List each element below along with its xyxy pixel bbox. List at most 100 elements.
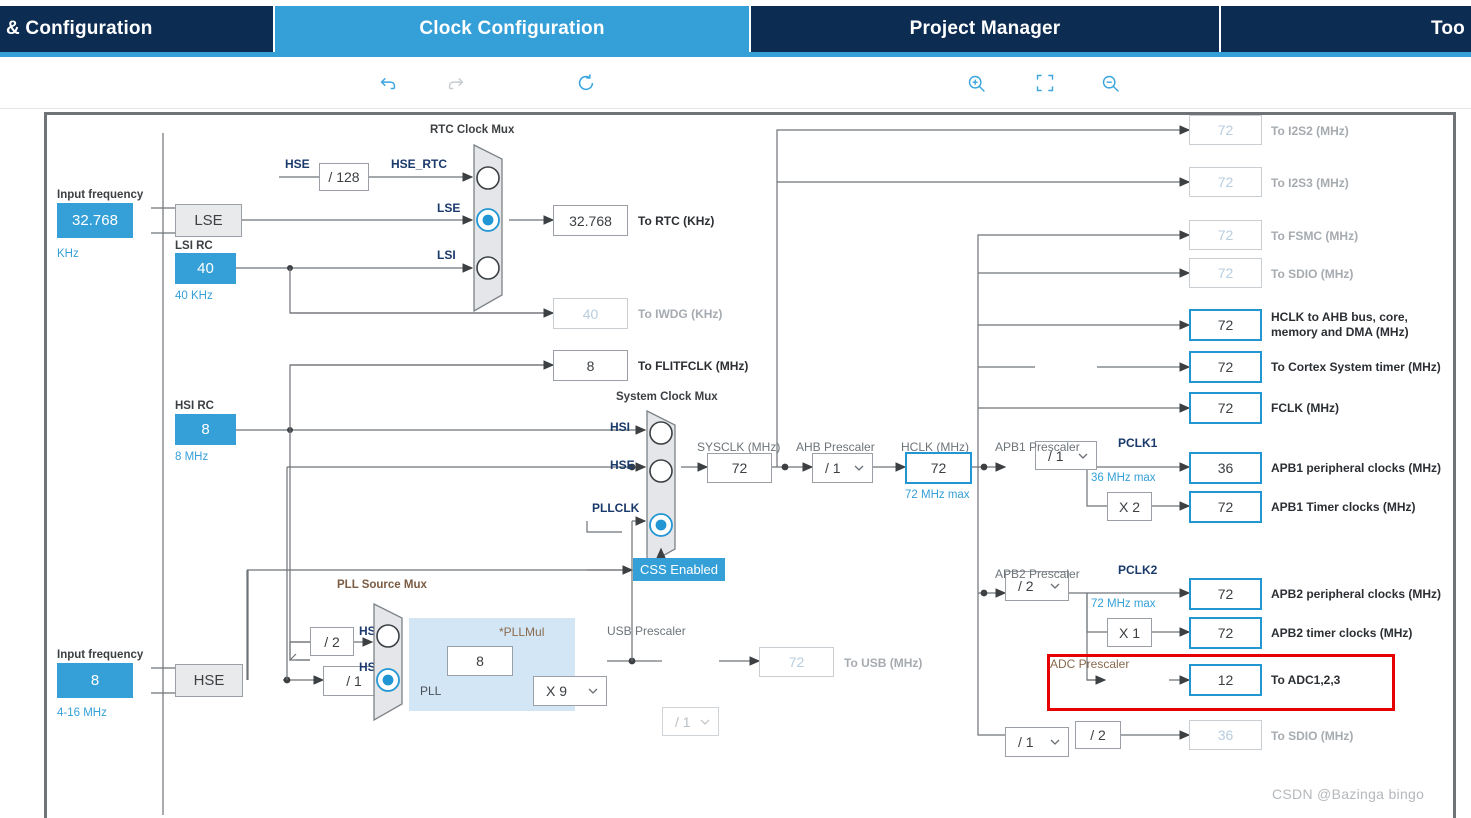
ahb-prescaler-select[interactable]: / 1 [812, 453, 873, 483]
hclk-max-label: 72 MHz max [905, 489, 970, 501]
pclk2-label: PCLK2 [1118, 563, 1158, 577]
adc-highlight-rectangle [1047, 654, 1395, 711]
fclk-output-value: 72 [1189, 392, 1262, 424]
apb2-prescaler-select[interactable]: / 1 [1005, 727, 1069, 757]
sysclk-value: 72 [707, 453, 772, 483]
lsi-rc-caption: LSI RC [175, 240, 213, 252]
usb-prescaler-label: USB Prescaler [607, 624, 686, 638]
sys-mux-input-hsi-label: HSI [610, 420, 631, 434]
apb2-timer-output-value: 72 [1189, 617, 1262, 649]
ahb-prescaler-label: AHB Prescaler [796, 440, 875, 454]
apb1-peripheral-output-value: 36 [1189, 452, 1262, 484]
apb2-peripheral-output-label: APB2 peripheral clocks (MHz) [1271, 587, 1442, 601]
i2s2-output-value: 72 [1189, 115, 1262, 145]
pclk1-label: PCLK1 [1118, 436, 1158, 450]
main-tab-bar: & Configuration Clock Configuration Proj… [0, 6, 1471, 52]
zoom-out-icon[interactable] [1096, 67, 1124, 99]
apb1-peripheral-output-label: APB1 peripheral clocks (MHz) [1271, 461, 1442, 475]
apb2-prescaler-label: APB2 Prescaler [995, 567, 1080, 581]
apb2-peripheral-output-value: 72 [1189, 578, 1262, 610]
css-enabled-badge[interactable]: CSS Enabled [633, 558, 725, 581]
chevron-down-icon [700, 719, 710, 725]
lse-oscillator-box[interactable]: LSE [175, 204, 242, 237]
cortex-systick-output-label: To Cortex System timer (MHz) [1271, 360, 1441, 374]
hse-rtc-source-label: HSE [285, 157, 310, 171]
ahb-prescaler-value: / 1 [825, 460, 841, 476]
rtc-clock-mux-shape[interactable] [472, 143, 512, 313]
chevron-down-icon [588, 688, 598, 694]
sys-mux-input-pllclk-label: PLLCLK [592, 501, 640, 515]
undo-icon[interactable] [374, 67, 402, 99]
pll-source-mux-title: PLL Source Mux [337, 579, 427, 591]
pll-source-mux-shape[interactable] [372, 602, 412, 722]
fsmc-output-value: 72 [1189, 220, 1262, 250]
tab-project-manager[interactable]: Project Manager [751, 6, 1221, 52]
chevron-down-icon [854, 465, 864, 471]
flitfclk-output-value: 8 [553, 350, 628, 381]
watermark-text: CSDN @Bazinga bingo [1272, 786, 1425, 802]
apb1-max-label: 36 MHz max [1091, 472, 1156, 484]
pllmul-value: X 9 [546, 683, 568, 699]
flitfclk-output-label: To FLITFCLK (MHz) [638, 359, 749, 373]
hse-input-frequency-caption: Input frequency [57, 649, 144, 661]
hsi-rc-caption: HSI RC [175, 400, 214, 412]
pll-hsi-divider-box[interactable]: / 2 [310, 627, 354, 656]
apb1-timer-output-value: 72 [1189, 491, 1262, 523]
hsi-frequency-value[interactable]: 8 [175, 414, 236, 445]
lse-input-frequency-caption: Input frequency [57, 189, 144, 201]
apb1-timer-output-label: APB1 Timer clocks (MHz) [1271, 500, 1416, 514]
hclk-ahb-output-value: 72 [1189, 309, 1262, 341]
hclk-ahb-output-label: HCLK to AHB bus, core, [1271, 310, 1408, 324]
hclk-ahb-output-label-line2: memory and DMA (MHz) [1271, 325, 1409, 339]
tab-pinout-configuration[interactable]: & Configuration [0, 6, 275, 52]
fsmc-output-label: To FSMC (MHz) [1271, 229, 1359, 243]
zoom-in-icon[interactable] [962, 67, 990, 99]
apb2-timer-multiplier: X 1 [1107, 618, 1152, 647]
system-clock-mux-title: System Clock Mux [616, 391, 718, 403]
iwdg-output-label: To IWDG (KHz) [638, 307, 723, 321]
system-clock-mux-shape[interactable] [645, 409, 685, 569]
cortex-systick-output-value: 72 [1189, 351, 1262, 383]
sysclk-label: SYSCLK (MHz) [697, 440, 781, 454]
sdio2-output-value: 36 [1189, 720, 1262, 750]
reset-icon[interactable] [572, 67, 600, 99]
hsi-unit-label: 8 MHz [175, 451, 209, 463]
i2s3-output-value: 72 [1189, 167, 1262, 197]
sys-mux-input-hse-label: HSE [610, 458, 635, 472]
i2s2-output-label: To I2S2 (MHz) [1271, 124, 1349, 138]
usb-prescaler-value: / 1 [675, 713, 691, 730]
hse-frequency-input[interactable]: 8 [57, 663, 133, 698]
rtc-output-value: 32.768 [553, 205, 628, 236]
sdio-output-value: 72 [1189, 258, 1262, 288]
tab-clock-configuration[interactable]: Clock Configuration [275, 6, 751, 52]
clock-toolbar: Resolve Clock Issues [0, 57, 1471, 154]
chevron-down-icon [1050, 583, 1060, 589]
fclk-output-label: FCLK (MHz) [1271, 401, 1339, 415]
lsi-unit-label: 40 KHz [175, 290, 213, 302]
rtc-mux-input-lse-label: LSE [437, 201, 461, 215]
hse-oscillator-box[interactable]: HSE [175, 664, 243, 697]
fit-to-screen-icon[interactable] [1031, 67, 1059, 99]
rtc-mux-input-lsi-label: LSI [437, 248, 456, 262]
hse-rtc-divider-box[interactable]: / 128 [319, 163, 369, 191]
lse-frequency-input[interactable]: 32.768 [57, 203, 133, 238]
toolbar-separator [0, 108, 1471, 109]
pllmul-select[interactable]: X 9 [533, 676, 607, 706]
apb1-prescaler-label: APB1 Prescaler [995, 440, 1080, 454]
apb2-max-label: 72 MHz max [1091, 598, 1156, 610]
hse-rtc-signal-label: HSE_RTC [391, 157, 448, 171]
usb-prescaler-select[interactable]: / 1 [662, 707, 719, 736]
sdio2-output-label: To SDIO (MHz) [1271, 729, 1354, 743]
tab-tools[interactable]: Too [1221, 6, 1471, 52]
lse-unit-label: KHz [57, 248, 79, 260]
clock-tree-canvas[interactable]: Input frequency 32.768 KHz LSE LSI RC 40… [44, 112, 1456, 818]
sdio-divider-box: / 2 [1075, 721, 1121, 749]
pll-panel-label: PLL [420, 684, 442, 698]
apb2-timer-output-label: APB2 timer clocks (MHz) [1271, 626, 1413, 640]
lsi-frequency-value[interactable]: 40 [175, 253, 236, 284]
redo-icon[interactable] [442, 67, 470, 99]
usb-output-value: 72 [759, 647, 834, 677]
rtc-clock-mux-title: RTC Clock Mux [430, 124, 515, 136]
pllmul-label: *PLLMul [499, 625, 545, 639]
iwdg-output-value: 40 [553, 298, 628, 329]
